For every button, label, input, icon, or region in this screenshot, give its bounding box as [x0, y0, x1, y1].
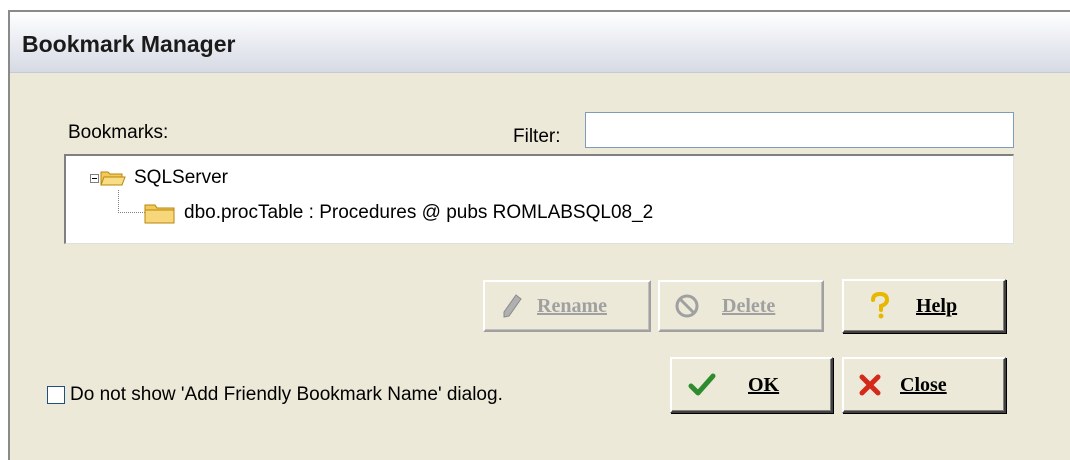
help-label: Help: [916, 294, 958, 317]
rename-label: Rename: [537, 294, 607, 317]
question-mark-icon: [871, 292, 890, 319]
filter-label: Filter:: [513, 126, 561, 147]
ok-button[interactable]: OK: [670, 357, 833, 413]
tree-connector: [118, 190, 145, 213]
bookmarks-tree[interactable]: SQLServer dbo.procTable : Procedures @ p…: [64, 154, 1014, 244]
folder-icon: [144, 204, 175, 224]
rename-button[interactable]: Rename: [483, 280, 651, 332]
filter-input[interactable]: [585, 112, 1014, 148]
tree-node-label: dbo.procTable : Procedures @ pubs ROMLAB…: [184, 202, 654, 223]
no-entry-icon: [675, 294, 699, 318]
do-not-show-label: Do not show 'Add Friendly Bookmark Name'…: [70, 384, 503, 405]
collapse-icon[interactable]: [90, 173, 99, 183]
help-button[interactable]: Help: [842, 279, 1006, 333]
checkmark-icon: [688, 373, 716, 396]
red-x-icon: [859, 374, 881, 396]
delete-button[interactable]: Delete: [658, 280, 824, 332]
delete-label: Delete: [722, 294, 776, 317]
close-label: Close: [900, 373, 947, 396]
window-title: Bookmark Manager: [22, 31, 236, 57]
ok-label: OK: [748, 373, 780, 396]
do-not-show-checkbox[interactable]: [47, 386, 65, 404]
folder-open-icon: [100, 171, 126, 186]
tree-node-sqlserver[interactable]: SQLServer: [90, 167, 228, 189]
title-bar: Bookmark Manager: [10, 12, 1070, 73]
tree-node-bookmark[interactable]: dbo.procTable : Procedures @ pubs ROMLAB…: [144, 202, 653, 224]
bookmark-manager-dialog: Bookmark Manager Bookmarks: Filter: SQLS…: [8, 10, 1070, 460]
pencil-icon: [503, 294, 522, 318]
close-button[interactable]: Close: [842, 357, 1006, 413]
tree-node-label: SQLServer: [134, 167, 228, 188]
bookmarks-label: Bookmarks:: [68, 122, 169, 143]
